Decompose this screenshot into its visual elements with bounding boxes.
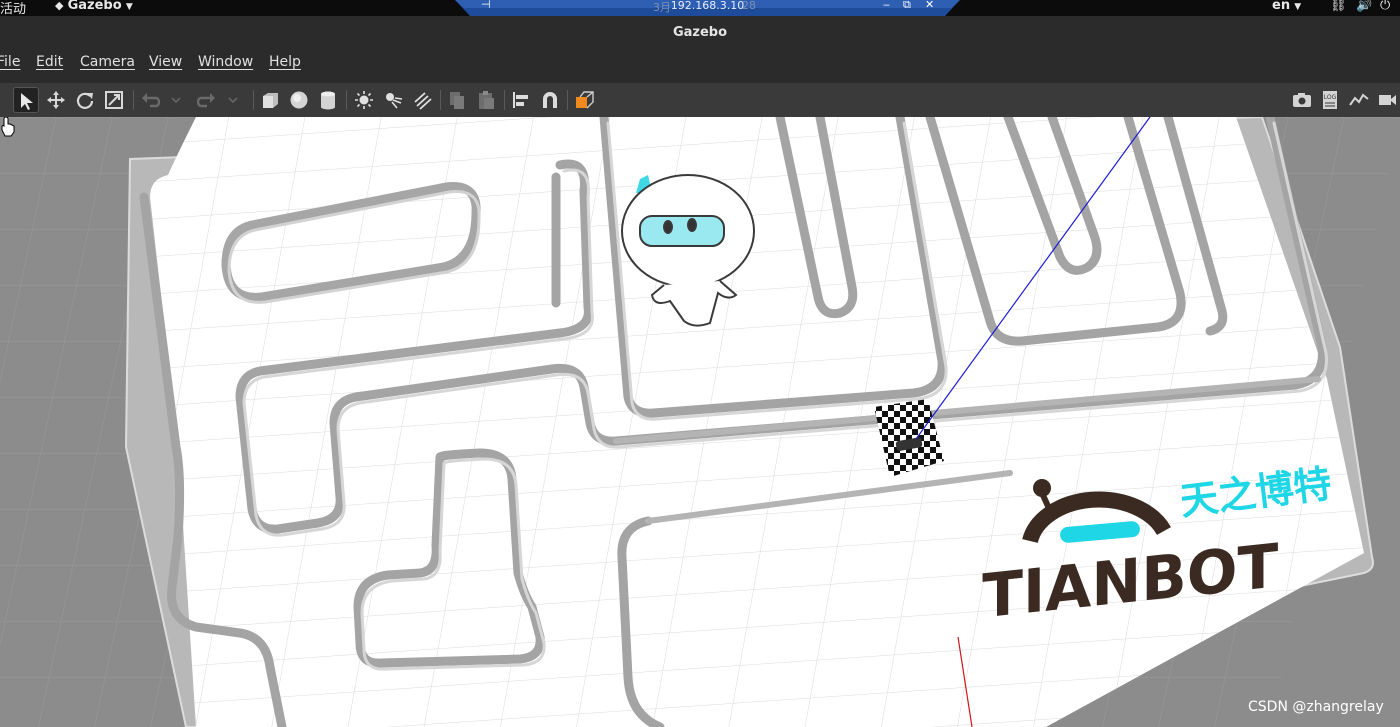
scale-mode-icon [105, 91, 123, 109]
power-icon[interactable]: ⏻ [1380, 0, 1390, 13]
align-button[interactable] [508, 87, 534, 113]
copy-icon [450, 92, 464, 109]
cylinder-shape-icon [321, 91, 335, 110]
chevron-down-icon [171, 97, 181, 104]
log-button[interactable]: LOG [1317, 87, 1343, 113]
network-icon[interactable]: ⛓ [1330, 0, 1347, 13]
select-mode-icon [21, 93, 33, 110]
cylinder-shape-button[interactable] [315, 87, 341, 113]
svg-text:LOG: LOG [1324, 94, 1337, 101]
video-record-button[interactable] [1374, 87, 1400, 113]
box-shape-icon [263, 93, 278, 108]
plot-icon [1349, 93, 1369, 106]
select-mode-button[interactable] [13, 87, 39, 113]
menu-camera[interactable]: Camera [80, 54, 135, 70]
screenshot-icon [1293, 93, 1311, 107]
redo-dropdown[interactable] [224, 87, 240, 113]
directional-light-icon [414, 92, 432, 110]
language-label: en [1272, 0, 1291, 13]
redo-icon [197, 93, 215, 108]
clock-ghost-right: 28 [742, 0, 756, 12]
change-view-icon [576, 91, 594, 109]
translate-mode-button[interactable] [43, 87, 69, 113]
snap-icon [543, 92, 557, 108]
undo-button[interactable] [137, 87, 163, 113]
point-light-icon [355, 91, 373, 109]
snap-button[interactable] [537, 87, 563, 113]
toolbar-separator [440, 90, 441, 110]
minimize-icon[interactable]: ‒ [883, 0, 890, 11]
video-record-icon [1379, 95, 1396, 105]
close-icon[interactable]: ✕ [925, 0, 934, 11]
copy-button[interactable] [444, 87, 470, 113]
box-shape-button[interactable] [257, 87, 283, 113]
language-selector[interactable]: en ▼ [1272, 0, 1301, 13]
redo-button[interactable] [194, 87, 220, 113]
change-view-button[interactable] [571, 87, 597, 113]
scale-mode-button[interactable] [101, 87, 127, 113]
paste-icon [479, 91, 494, 109]
log-icon: LOG [1323, 91, 1337, 109]
3d-viewport[interactable]: 天之博特 TIANBOT CSDN @zhangrelay [0, 117, 1400, 727]
chevron-down-icon [228, 97, 238, 104]
menu-file[interactable]: File [0, 54, 20, 70]
spot-light-button[interactable] [380, 87, 406, 113]
undo-dropdown[interactable] [167, 87, 183, 113]
undo-icon [142, 93, 160, 108]
translate-mode-icon [47, 91, 65, 109]
toolbar-separator [346, 90, 347, 110]
menu-edit[interactable]: Edit [36, 54, 63, 70]
volume-icon[interactable]: 🔊 [1356, 0, 1372, 13]
rotate-mode-button[interactable] [72, 87, 98, 113]
app-menu-label: Gazebo [67, 0, 122, 13]
spot-light-icon [386, 93, 403, 109]
menu-view[interactable]: View [149, 54, 182, 70]
toolbar-separator [567, 90, 568, 110]
chevron-down-icon: ▼ [125, 2, 133, 12]
paste-button[interactable] [473, 87, 499, 113]
rotate-mode-icon [76, 92, 94, 109]
window-title: Gazebo [672, 25, 728, 40]
hand-cursor-icon [1, 117, 15, 137]
sphere-shape-button[interactable] [286, 87, 312, 113]
restore-icon[interactable]: ⧉ [903, 0, 911, 12]
menu-help[interactable]: Help [269, 54, 301, 70]
plot-button[interactable] [1346, 87, 1372, 113]
watermark: CSDN @zhangrelay [1248, 699, 1384, 715]
toolbar-separator [253, 90, 254, 110]
app-menu-gazebo[interactable]: ◆ Gazebo ▼ [55, 0, 133, 13]
toolbar-separator [133, 90, 134, 110]
system-top-bar: 活动 ◆ Gazebo ▼ ⊣ 3月 192.168.3.10 28 ‒ ⧉ ✕… [0, 0, 1400, 17]
vnc-connection-bar: ⊣ 3月 192.168.3.10 28 ‒ ⧉ ✕ [455, 0, 960, 16]
gazebo-app-icon: ◆ [55, 0, 64, 12]
toolbar-separator [504, 90, 505, 110]
menu-bar: File Edit Camera View Window Help [0, 48, 1400, 83]
sphere-shape-icon [290, 91, 308, 109]
align-icon [513, 92, 528, 108]
directional-light-button[interactable] [409, 87, 435, 113]
menu-window[interactable]: Window [198, 54, 253, 70]
point-light-button[interactable] [351, 87, 377, 113]
toolbar: LOG [0, 83, 1400, 117]
chevron-down-icon: ▼ [1294, 2, 1302, 12]
screenshot-button[interactable] [1289, 87, 1315, 113]
window-title-bar: Gazebo [0, 16, 1400, 48]
activities-button[interactable]: 活动 [0, 0, 26, 17]
